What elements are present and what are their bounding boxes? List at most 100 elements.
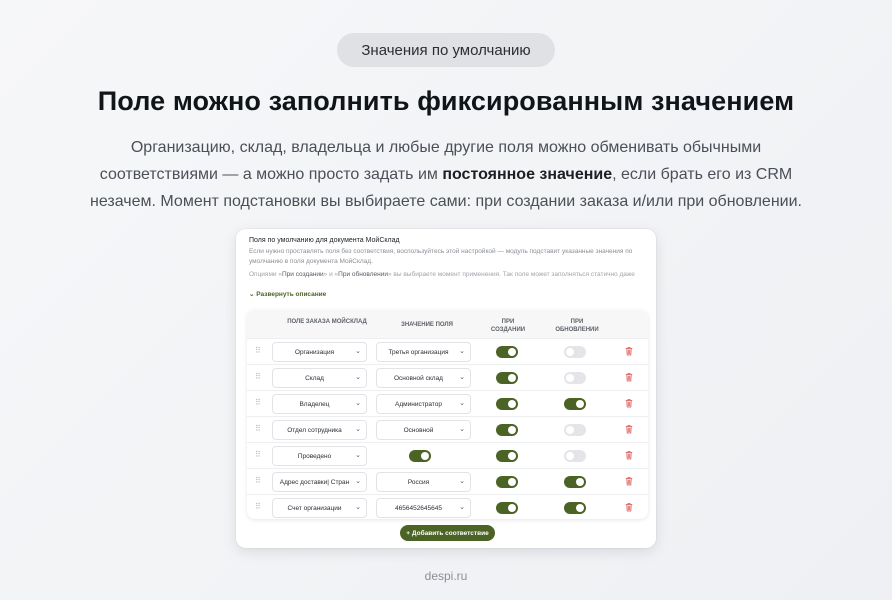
field-select[interactable]: Владелец ⌄ <box>272 394 367 414</box>
toggle-knob <box>508 504 516 512</box>
chevron-down-icon: ⌄ <box>459 374 465 381</box>
field-select[interactable]: Счет организации ⌄ <box>272 498 367 518</box>
on-update-toggle[interactable] <box>564 450 586 462</box>
value-select[interactable]: 4656452645645 ⌄ <box>376 498 471 518</box>
toggle-knob <box>576 400 584 408</box>
drag-handle-icon[interactable]: ⠿ <box>255 372 261 381</box>
field-select-label: Организация <box>294 348 335 356</box>
table-row: ⠿ Счет организации ⌄ 4656452645645 ⌄ <box>247 494 648 520</box>
on-create-toggle[interactable] <box>496 346 518 358</box>
toggle-knob <box>566 426 574 434</box>
value-select[interactable]: Россия ⌄ <box>376 472 471 492</box>
field-select[interactable]: Проведено ⌄ <box>272 446 367 466</box>
lede-line-1: Организацию, склад, владельца и любые др… <box>130 139 762 156</box>
header-on-create: ПРИ СОЗДАНИИ <box>490 319 526 333</box>
field-select-label: Адрес доставки| Стран <box>279 478 350 486</box>
table-row: ⠿ Организация ⌄ Третья организация ⌄ <box>247 338 648 364</box>
chevron-down-icon: ⌄ <box>355 504 361 511</box>
value-select-label: 4656452645645 <box>395 504 442 512</box>
value-select-label: Администратор <box>395 400 442 408</box>
toggle-knob <box>508 348 516 356</box>
on-update-toggle[interactable] <box>564 346 586 358</box>
lede-line-2a: соответствиями — а можно просто задать и… <box>99 166 443 183</box>
section-badge: Значения по умолчанию <box>337 33 555 67</box>
toggle-knob <box>508 426 516 434</box>
value-select[interactable]: Основной ⌄ <box>376 420 471 440</box>
value-select-label: Россия <box>407 478 430 486</box>
field-select-label: Счет организации <box>287 504 342 512</box>
drag-handle-icon[interactable]: ⠿ <box>255 398 261 407</box>
drag-handle-icon[interactable]: ⠿ <box>255 476 261 485</box>
on-update-toggle[interactable] <box>564 372 586 384</box>
field-select[interactable]: Склад ⌄ <box>272 368 367 388</box>
chevron-down-icon: ⌄ <box>459 504 465 511</box>
header-field: ПОЛЕ ЗАКАЗА МОЙСКЛАД <box>287 319 367 325</box>
toggle-knob <box>508 400 516 408</box>
header-on-update: ПРИ ОБНОВЛЕНИИ <box>555 319 599 333</box>
trash-icon[interactable] <box>625 398 633 408</box>
on-update-toggle[interactable] <box>564 476 586 488</box>
chevron-down-icon: ⌄ <box>459 400 465 407</box>
value-select[interactable]: Администратор ⌄ <box>376 394 471 414</box>
on-create-toggle[interactable] <box>496 424 518 436</box>
page-title: Поле можно заполнить фиксированным значе… <box>97 86 795 116</box>
chevron-down-icon: ⌄ <box>459 426 465 433</box>
on-create-toggle[interactable] <box>496 372 518 384</box>
table-row: ⠿ Склад ⌄ Основной склад ⌄ <box>247 364 648 390</box>
expand-description-link[interactable]: ⌄ Развернуть описание <box>249 290 326 298</box>
value-toggle[interactable] <box>409 450 431 462</box>
table-header: ПОЛЕ ЗАКАЗА МОЙСКЛАД ЗНАЧЕНИЕ ПОЛЯ ПРИ С… <box>247 310 648 338</box>
on-update-toggle[interactable] <box>564 502 586 514</box>
value-select[interactable]: Основной склад ⌄ <box>376 368 471 388</box>
trash-icon[interactable] <box>625 424 633 434</box>
toggle-knob <box>566 348 574 356</box>
table-row: ⠿ Владелец ⌄ Администратор ⌄ <box>247 390 648 416</box>
header-value: ЗНАЧЕНИЕ ПОЛЯ <box>401 322 453 328</box>
toggle-knob <box>576 504 584 512</box>
card-title: Поля по умолчанию для документа МойСклад <box>249 237 400 244</box>
hint-text-c: » и « <box>323 271 339 278</box>
field-select-label: Проведено <box>297 452 332 460</box>
trash-icon[interactable] <box>625 372 633 382</box>
chevron-down-icon: ⌄ <box>459 348 465 355</box>
trash-icon[interactable] <box>625 346 633 356</box>
page-description: Организацию, склад, владельца и любые др… <box>70 134 822 215</box>
on-update-toggle[interactable] <box>564 424 586 436</box>
footer-domain: despi.ru <box>424 569 468 583</box>
chevron-down-icon: ⌄ <box>355 400 361 407</box>
toggle-knob <box>508 374 516 382</box>
mapping-table: ПОЛЕ ЗАКАЗА МОЙСКЛАД ЗНАЧЕНИЕ ПОЛЯ ПРИ С… <box>247 310 648 519</box>
table-row: ⠿ Отдел сотрудника ⌄ Основной ⌄ <box>247 416 648 442</box>
field-select[interactable]: Организация ⌄ <box>272 342 367 362</box>
field-select[interactable]: Адрес доставки| Стран ⌄ <box>272 472 367 492</box>
expand-label: Развернуть описание <box>256 291 327 298</box>
trash-icon[interactable] <box>625 450 633 460</box>
drag-handle-icon[interactable]: ⠿ <box>255 424 261 433</box>
lede-emphasis: постоянное значение <box>442 166 613 183</box>
card-description: Если нужно проставлять поля без соответс… <box>249 248 633 265</box>
on-create-toggle[interactable] <box>496 398 518 410</box>
hint-text-d: » вы выбираете момент применения. Так по… <box>388 271 635 278</box>
value-select-label: Основной склад <box>394 374 443 382</box>
on-create-toggle[interactable] <box>496 450 518 462</box>
card-hint: Опциями «При создании» и «При обновлении… <box>249 270 649 280</box>
drag-handle-icon[interactable]: ⠿ <box>255 346 261 355</box>
trash-icon[interactable] <box>625 476 633 486</box>
hint-on-update: При обновлении <box>338 271 388 278</box>
hint-on-create: При создании <box>281 271 324 278</box>
lede-line-3: незачем. Момент подстановки вы выбираете… <box>90 193 802 210</box>
chevron-down-icon: ⌄ <box>355 452 361 459</box>
drag-handle-icon[interactable]: ⠿ <box>255 450 261 459</box>
value-select[interactable]: Третья организация ⌄ <box>376 342 471 362</box>
chevron-down-icon: ⌄ <box>355 374 361 381</box>
toggle-knob <box>421 452 429 460</box>
on-create-toggle[interactable] <box>496 476 518 488</box>
field-select-label: Склад <box>305 374 324 382</box>
drag-handle-icon[interactable]: ⠿ <box>255 502 261 511</box>
add-mapping-button[interactable]: + Добавить соответствие <box>400 525 495 541</box>
trash-icon[interactable] <box>625 502 633 512</box>
field-select[interactable]: Отдел сотрудника ⌄ <box>272 420 367 440</box>
on-update-toggle[interactable] <box>564 398 586 410</box>
toggle-knob <box>566 374 574 382</box>
on-create-toggle[interactable] <box>496 502 518 514</box>
